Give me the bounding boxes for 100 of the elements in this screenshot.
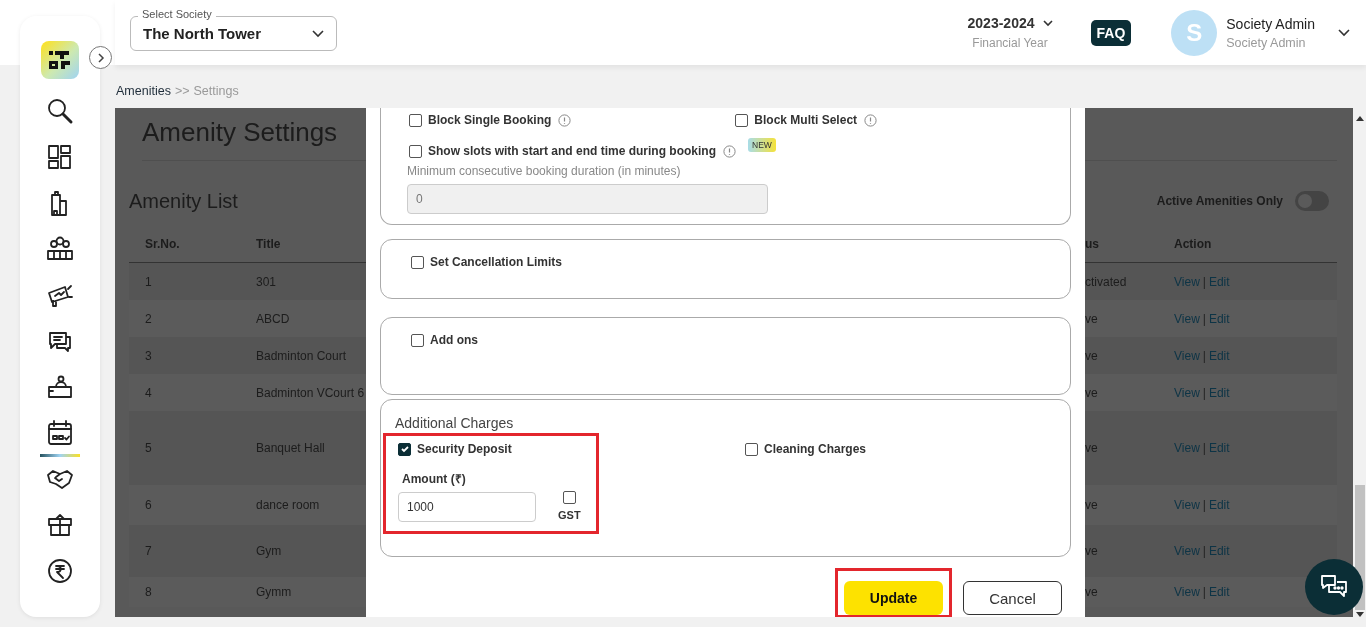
table-cell: ve — [1085, 441, 1098, 455]
action-link[interactable]: View — [1174, 385, 1200, 400]
action-link[interactable]: Edit — [1208, 311, 1230, 326]
table-cell: 2 — [145, 311, 152, 326]
checkbox[interactable] — [745, 442, 758, 456]
user-name: Society Admin — [1226, 15, 1315, 32]
table-cell: 1 — [145, 274, 152, 289]
table-cell: ve — [1085, 498, 1098, 512]
checkbox[interactable] — [409, 144, 422, 158]
table-cell: Banquet Hall — [256, 441, 325, 455]
info-icon — [723, 144, 736, 158]
scroll-down-icon[interactable] — [1355, 612, 1364, 617]
table-cell: ve — [1085, 311, 1098, 326]
chevron-down-icon[interactable] — [1338, 28, 1350, 37]
action-link[interactable]: Edit — [1208, 385, 1230, 400]
toggle-label: Active Amenities Only — [1156, 194, 1283, 208]
cancel-button[interactable]: Cancel — [963, 581, 1062, 615]
grid-icon — [46, 142, 74, 171]
search-icon — [46, 96, 74, 125]
chat-bubbles-icon — [1320, 574, 1348, 600]
checkbox-label: Block Single Booking — [428, 113, 552, 127]
checkbox[interactable] — [411, 255, 424, 269]
calendar-icon — [46, 418, 74, 447]
table-cell: ctivated — [1085, 274, 1127, 289]
table-cell: ve — [1085, 544, 1098, 558]
logo-icon — [41, 41, 79, 79]
action-link[interactable]: Edit — [1208, 274, 1230, 289]
checkbox[interactable] — [398, 442, 411, 456]
table-cell: ABCD — [256, 311, 290, 326]
scroll-up-icon[interactable] — [1355, 116, 1364, 121]
select-value: The North Tower — [143, 25, 262, 42]
amount-field[interactable]: 1000 — [398, 492, 536, 522]
info-icon — [864, 113, 878, 127]
table-cell: 5 — [145, 441, 152, 455]
table-cell: 7 — [145, 544, 152, 558]
financial-year-label: Financial Year — [972, 36, 1048, 50]
rupee-icon — [46, 556, 74, 585]
table-cell: Gym — [256, 544, 282, 558]
checkbox[interactable] — [562, 491, 576, 504]
table-cell: 4 — [145, 385, 152, 400]
checkbox-label: Cleaning Charges — [764, 442, 867, 456]
checkbox-label: Add ons — [430, 333, 478, 347]
column-header: Action — [1174, 236, 1212, 251]
table-cell: Gymm — [256, 585, 292, 599]
checkbox[interactable] — [735, 113, 749, 127]
avatar[interactable]: S — [1171, 9, 1218, 56]
action-link[interactable]: View — [1174, 348, 1200, 363]
breadcrumb-item: Settings — [193, 83, 239, 98]
section-title: Amenity List — [129, 189, 238, 213]
column-header: Title — [256, 236, 281, 251]
checkbox[interactable] — [411, 333, 424, 347]
column-header: Sr.No. — [145, 236, 180, 251]
field-label: Amount (₹) — [402, 471, 467, 487]
checkbox-label: GST — [558, 509, 581, 521]
link-separator: | — [1202, 385, 1206, 400]
people-icon — [46, 234, 74, 263]
link-separator: | — [1202, 544, 1206, 558]
checkbox-label: Block Multi Select — [754, 113, 858, 127]
action-link[interactable]: Edit — [1208, 544, 1230, 558]
link-separator: | — [1202, 311, 1206, 326]
field-label: Minimum consecutive booking duration (in minutes) — [407, 164, 682, 178]
update-button[interactable]: Update — [844, 581, 943, 615]
info-icon — [558, 113, 572, 127]
action-link[interactable]: Edit — [1208, 498, 1230, 512]
table-cell: 6 — [145, 498, 152, 512]
financial-year-value[interactable]: 2023-2024 — [967, 15, 1035, 31]
table-cell: 3 — [145, 348, 152, 363]
user-role: Society Admin — [1226, 35, 1307, 50]
link-separator: | — [1202, 585, 1206, 599]
checkbox[interactable] — [409, 113, 422, 127]
breadcrumb-separator: >> — [174, 83, 190, 98]
action-link[interactable]: View — [1174, 544, 1200, 558]
action-link[interactable]: View — [1174, 585, 1200, 599]
column-header: us — [1085, 236, 1099, 251]
section-title: Additional Charges — [395, 415, 515, 431]
table-cell: ve — [1085, 385, 1098, 400]
checkbox-label: Security Deposit — [417, 442, 512, 456]
action-link[interactable]: View — [1174, 441, 1200, 455]
faq-button[interactable]: FAQ — [1090, 19, 1132, 46]
table-cell: 8 — [145, 585, 152, 599]
action-link[interactable]: View — [1174, 498, 1200, 512]
link-separator: | — [1202, 348, 1206, 363]
field-label: Select Society — [138, 8, 216, 20]
action-link[interactable]: View — [1174, 274, 1200, 289]
table-cell: Badminton VCourt 6 — [256, 385, 365, 400]
table-cell: Badminton Court — [256, 348, 347, 363]
checkbox-label: Set Cancellation Limits — [430, 255, 563, 269]
checkbox-label: Show slots with start and end time during booking — [428, 144, 716, 158]
action-link[interactable]: View — [1174, 311, 1200, 326]
chevron-down-icon — [1042, 19, 1053, 27]
chevron-right-icon — [95, 51, 106, 64]
table-cell: 301 — [256, 274, 277, 289]
action-link[interactable]: Edit — [1208, 441, 1230, 455]
breadcrumb-item[interactable]: Amenities — [116, 83, 171, 98]
action-link[interactable]: Edit — [1208, 348, 1230, 363]
table-cell: dance room — [256, 498, 320, 512]
link-separator: | — [1202, 441, 1206, 455]
table-cell: ve — [1085, 585, 1098, 599]
action-link[interactable]: Edit — [1208, 585, 1230, 599]
new-badge: NEW — [748, 138, 776, 152]
